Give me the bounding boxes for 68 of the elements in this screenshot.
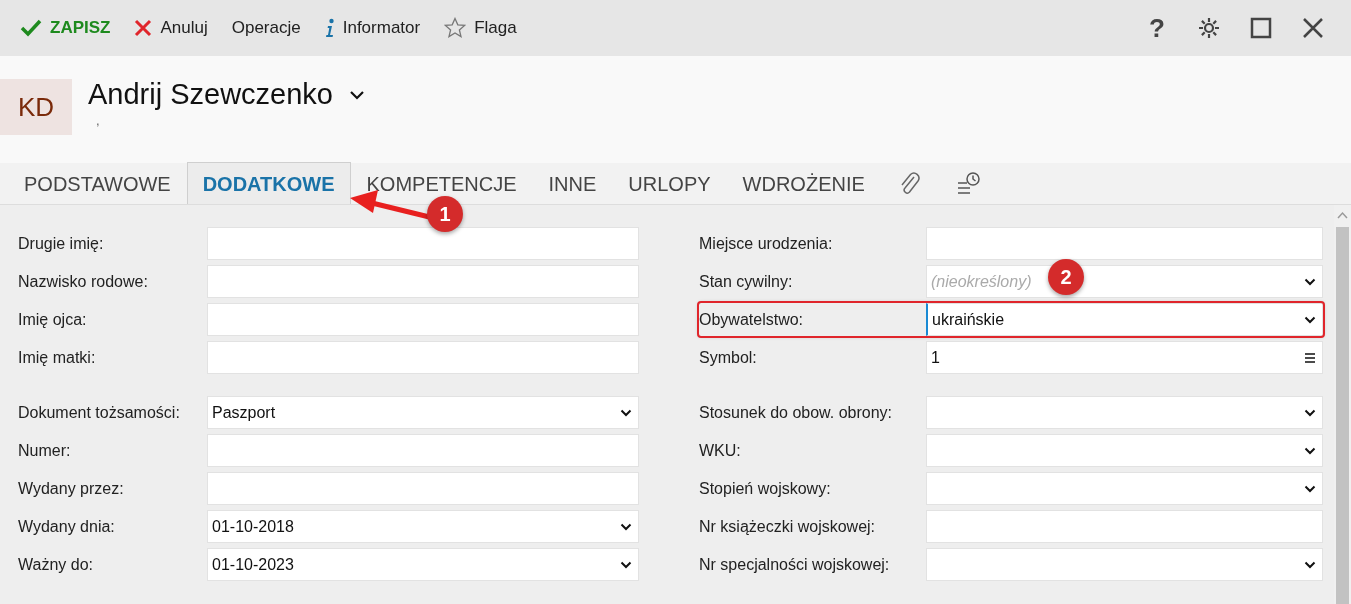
- field-label: Wydany przez:: [18, 478, 125, 499]
- input-field[interactable]: [926, 227, 1323, 260]
- star-icon: [444, 17, 467, 39]
- info-icon: [324, 18, 335, 38]
- field-label: Symbol:: [699, 347, 758, 368]
- cancel-button[interactable]: Anuluj: [126, 8, 216, 48]
- input-field[interactable]: [207, 227, 639, 260]
- settings-icon: [1197, 16, 1221, 40]
- name-dropdown-button[interactable]: [349, 89, 365, 100]
- tab[interactable]: WDROŻENIE: [726, 162, 881, 204]
- cross-icon: [134, 19, 153, 37]
- field-label: Nr specjalności wojskowej:: [699, 554, 891, 575]
- dropdown-field[interactable]: [926, 396, 1323, 429]
- maximize-icon: [1250, 17, 1272, 39]
- field-label: Numer:: [18, 440, 72, 461]
- caret-icon: [620, 522, 632, 531]
- dropdown-field[interactable]: [926, 472, 1323, 505]
- flag-button[interactable]: Flaga: [436, 8, 525, 48]
- dropdown-field[interactable]: Paszport: [207, 396, 639, 429]
- caret-icon: [1304, 446, 1316, 455]
- input-field[interactable]: [207, 303, 639, 336]
- field-label: Ważny do:: [18, 554, 94, 575]
- lookup-field[interactable]: 1: [926, 341, 1323, 374]
- field-label: Nr książeczki wojskowej:: [699, 516, 877, 537]
- chevron-down-icon: [349, 89, 365, 100]
- field-label: Dokument tożsamości:: [18, 402, 181, 423]
- caret-icon: [620, 560, 632, 569]
- field-label: Imię ojca:: [18, 309, 88, 330]
- field-label: Imię matki:: [18, 347, 97, 368]
- tab[interactable]: PODSTAWOWE: [8, 162, 187, 204]
- help-button[interactable]: ?: [1131, 8, 1183, 48]
- caret-icon: [1304, 484, 1316, 493]
- caret-icon: [1304, 408, 1316, 417]
- dropdown-field[interactable]: 01-10-2023: [207, 548, 639, 581]
- operations-button[interactable]: Operacje: [223, 8, 309, 48]
- field-label: Miejsce urodzenia:: [699, 233, 834, 254]
- caret-icon: [1304, 277, 1316, 286]
- input-field[interactable]: [207, 341, 639, 374]
- check-icon: [20, 19, 42, 37]
- tab[interactable]: INNE: [532, 162, 613, 204]
- tab[interactable]: DODATKOWE: [186, 162, 351, 204]
- save-button[interactable]: ZAPISZ: [12, 8, 119, 48]
- field-label: Stopień wojskowy:: [699, 478, 832, 499]
- dropdown-field[interactable]: [926, 548, 1323, 581]
- input-field[interactable]: [207, 472, 639, 505]
- field-label: Obywatelstwo:: [699, 309, 805, 330]
- subtitle: ,: [96, 111, 101, 130]
- avatar: KD: [0, 79, 72, 135]
- close-icon: [1302, 17, 1324, 39]
- tab[interactable]: URLOPY: [612, 162, 727, 204]
- dropdown-field[interactable]: 01-10-2018: [207, 510, 639, 543]
- field-label: Wydany dnia:: [18, 516, 116, 537]
- field-label: Nazwisko rodowe:: [18, 271, 149, 292]
- menu-icon: [1304, 352, 1316, 363]
- info-button[interactable]: Informator: [316, 8, 429, 48]
- dropdown-field[interactable]: ukraińskie: [926, 303, 1323, 336]
- input-field[interactable]: [207, 434, 639, 467]
- input-field[interactable]: [207, 265, 639, 298]
- input-field[interactable]: [926, 510, 1323, 543]
- field-label: Stan cywilny:: [699, 271, 794, 292]
- field-label: Stosunek do obow. obrony:: [699, 402, 894, 423]
- caret-icon: [1304, 315, 1316, 324]
- dropdown-field[interactable]: [926, 434, 1323, 467]
- caret-icon: [1304, 560, 1316, 569]
- field-label: Drugie imię:: [18, 233, 105, 254]
- field-label: WKU:: [699, 440, 742, 461]
- caret-icon: [620, 408, 632, 417]
- employee-name: Andrij Szewczenko: [88, 79, 333, 111]
